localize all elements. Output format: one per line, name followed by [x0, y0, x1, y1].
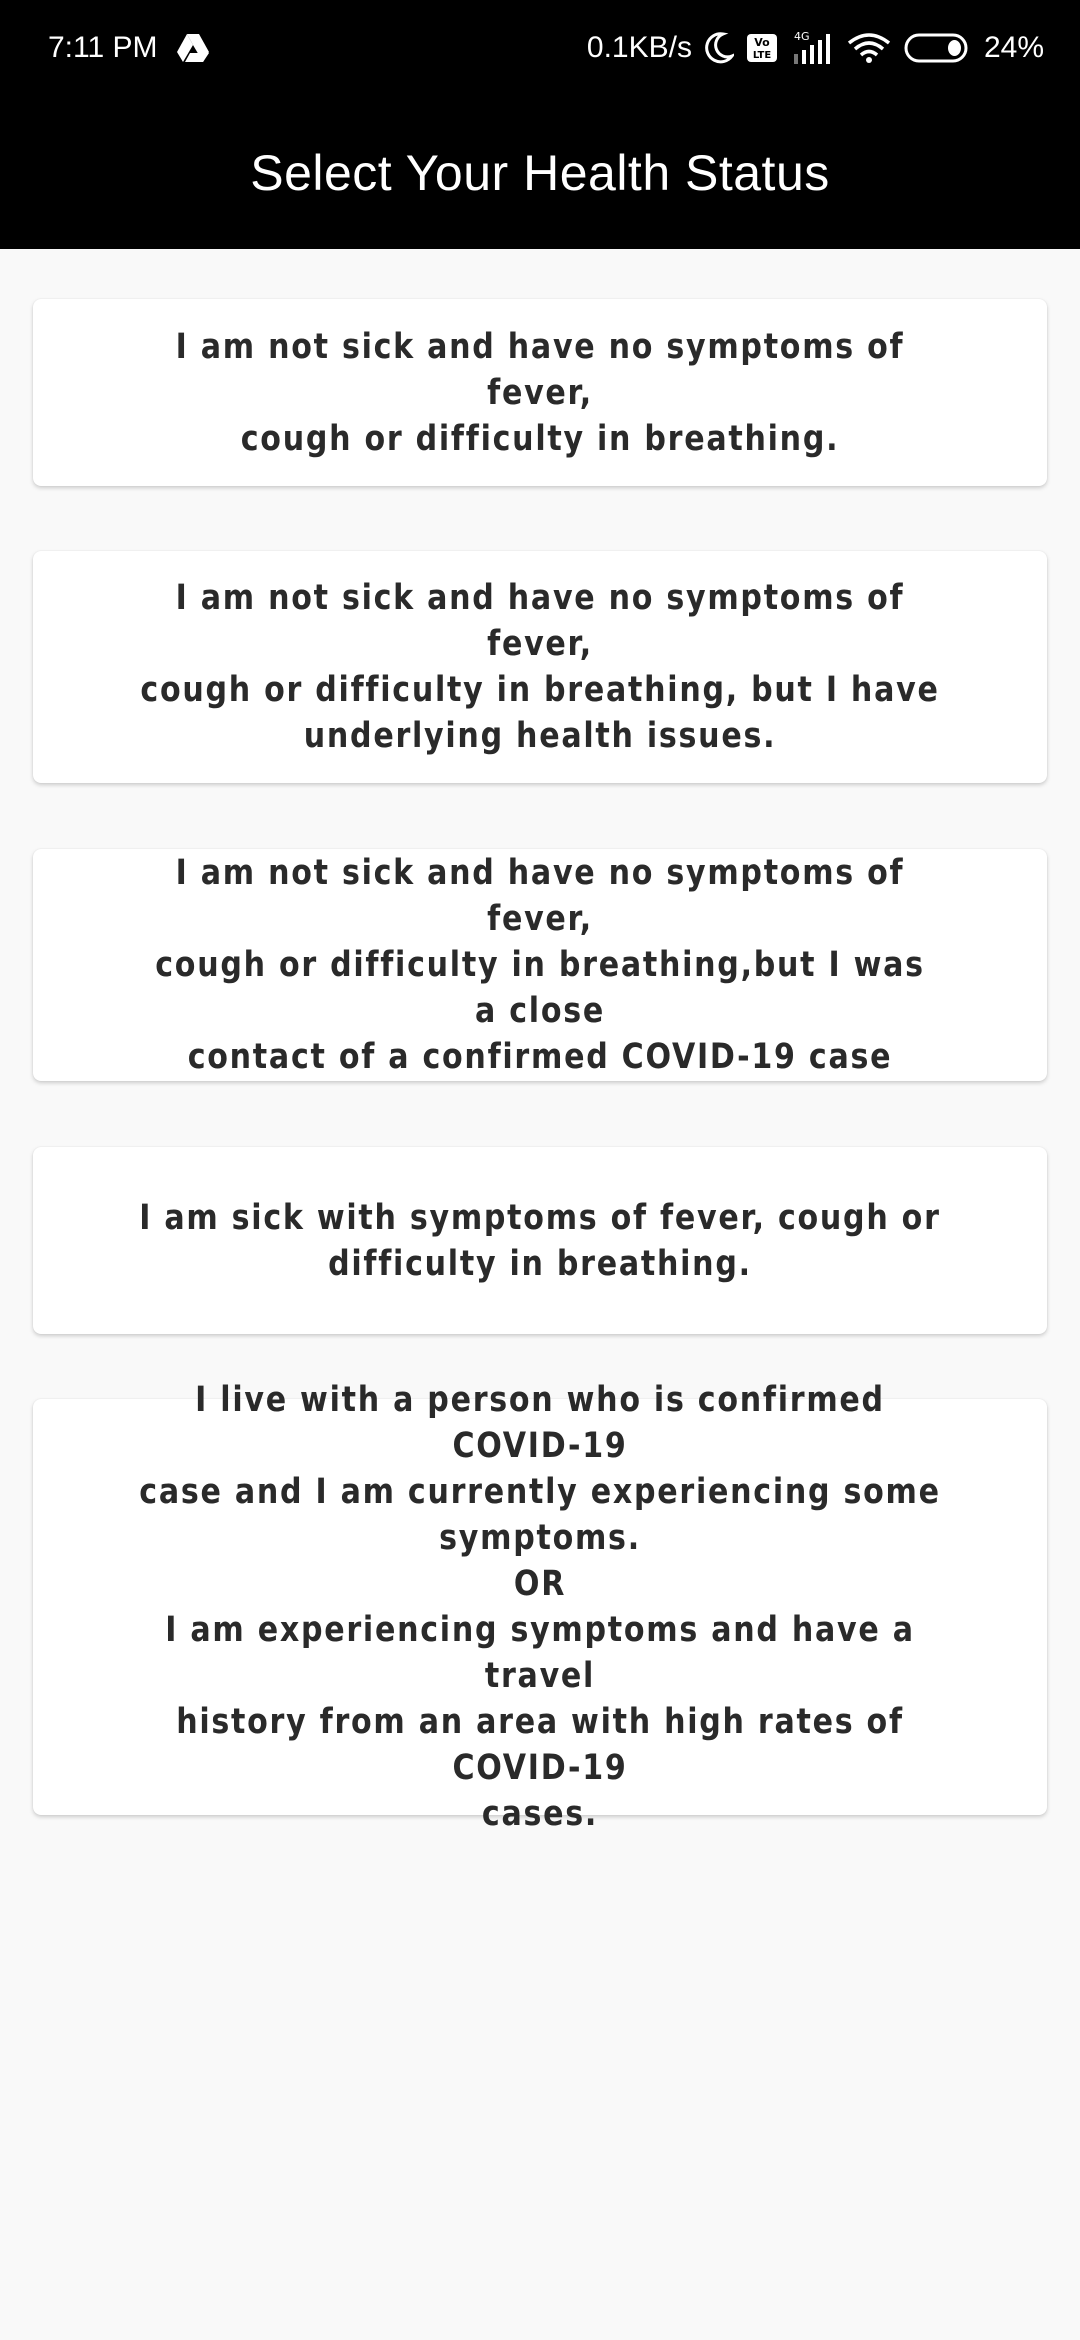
status-left: 7:11 PM — [48, 0, 210, 96]
status-time: 7:11 PM — [48, 31, 158, 64]
svg-text:LTE: LTE — [753, 50, 772, 61]
moon-icon — [704, 32, 734, 64]
option-text: I am not sick and have no symptoms of fe… — [175, 326, 905, 459]
network-speed: 0.1KB/s — [586, 31, 692, 64]
network-type-label: 4G — [794, 30, 810, 43]
volte-icon: Vo LTE — [746, 33, 778, 63]
status-right: 0.1KB/s Vo LTE 4G 24% — [587, 0, 1044, 96]
option-text: I am not sick and have no symptoms of fe… — [140, 578, 940, 756]
page-title: Select Your Health Status — [250, 144, 830, 201]
option-text: I live with a person who is confirmed CO… — [139, 1380, 941, 1834]
battery-percent: 24% — [983, 31, 1044, 64]
health-option-card-5[interactable]: I live with a person who is confirmed CO… — [33, 1380, 1047, 1834]
health-option-card-3[interactable]: I am not sick and have no symptoms of fe… — [33, 849, 1047, 1081]
health-option-card-4[interactable]: I am sick with symptoms of fever, cough … — [33, 1147, 1047, 1334]
status-bar: 7:11 PM 0.1KB/s Vo LTE 4G 24% — [0, 0, 1080, 96]
svg-text:Vo: Vo — [754, 36, 770, 49]
wifi-icon — [846, 31, 892, 65]
health-option-card-1[interactable]: I am not sick and have no symptoms of fe… — [33, 299, 1047, 486]
app-bar: Select Your Health Status — [0, 96, 1080, 249]
option-text: I am sick with symptoms of fever, cough … — [139, 1197, 941, 1284]
option-text: I am not sick and have no symptoms of fe… — [155, 853, 925, 1077]
battery-icon — [904, 32, 972, 64]
signal-icon: 4G — [790, 30, 834, 66]
health-option-card-2[interactable]: I am not sick and have no symptoms of fe… — [33, 551, 1047, 783]
drive-icon — [176, 33, 210, 63]
